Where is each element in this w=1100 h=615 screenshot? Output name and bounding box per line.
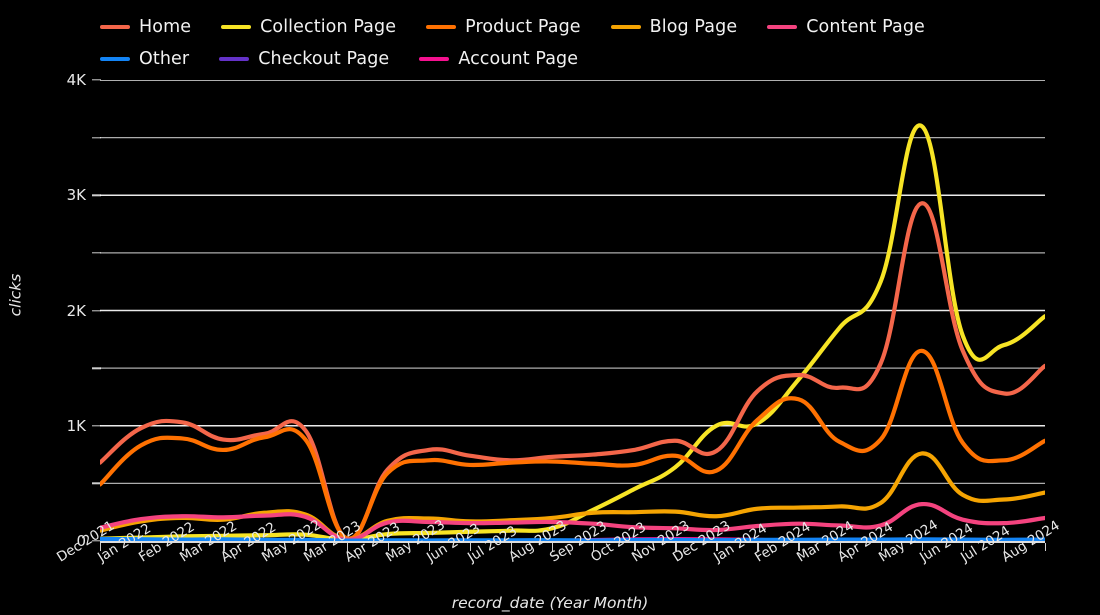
legend-item-checkout-page[interactable]: Checkout Page [219,46,389,72]
y-axis-tick-label: 4K [66,71,86,89]
series-line-collection-page [100,123,1045,541]
legend-item-blog-page[interactable]: Blog Page [610,14,738,40]
y-axis-tick-label: 3K [66,186,86,205]
legend-item-product-page[interactable]: Product Page [426,14,581,40]
legend-label: Product Page [465,17,581,37]
legend-item-content-page[interactable]: Content Page [767,14,925,40]
x-axis-title: record_date (Year Month) [451,594,649,612]
legend-label: Content Page [806,17,925,37]
legend-label: Blog Page [649,17,738,37]
series-lines [100,80,1045,541]
legend-item-account-page[interactable]: Account Page [419,46,578,72]
y-axis-tick-label: 2K [66,301,86,320]
legend-swatch-icon [419,57,450,61]
legend-item-home[interactable]: Home [100,14,191,40]
legend-label: Collection Page [260,17,397,37]
legend-swatch-icon [610,25,641,29]
legend-label: Account Page [458,49,579,69]
legend-swatch-icon [221,25,252,29]
legend-label: Other [139,49,190,69]
legend-label: Home [139,17,192,37]
plot-area [100,80,1045,541]
series-line-home [100,201,1045,541]
legend-item-other[interactable]: Other [100,46,189,72]
legend-swatch-icon [100,25,130,29]
chart-canvas: Home Collection Page Product Page Blog Page… [0,0,1100,615]
legend-item-collection-page[interactable]: Collection Page [221,14,396,40]
legend-swatch-icon [426,25,457,29]
y-axis-tick-label: 1K [66,416,86,435]
legend-label: Checkout Page [258,49,390,69]
legend-swatch-icon [100,57,130,61]
legend-swatch-icon [767,25,798,29]
chart-legend: Home Collection Page Product Page Blog Page… [100,14,1060,72]
legend-swatch-icon [219,57,250,61]
y-axis-title: clicks [6,273,25,317]
y-axis-tick-labels: 0 1K 2K 3K 4K [32,71,86,550]
series-line-blog-page [100,451,1045,541]
x-axis-tick-mark [1045,543,1047,551]
